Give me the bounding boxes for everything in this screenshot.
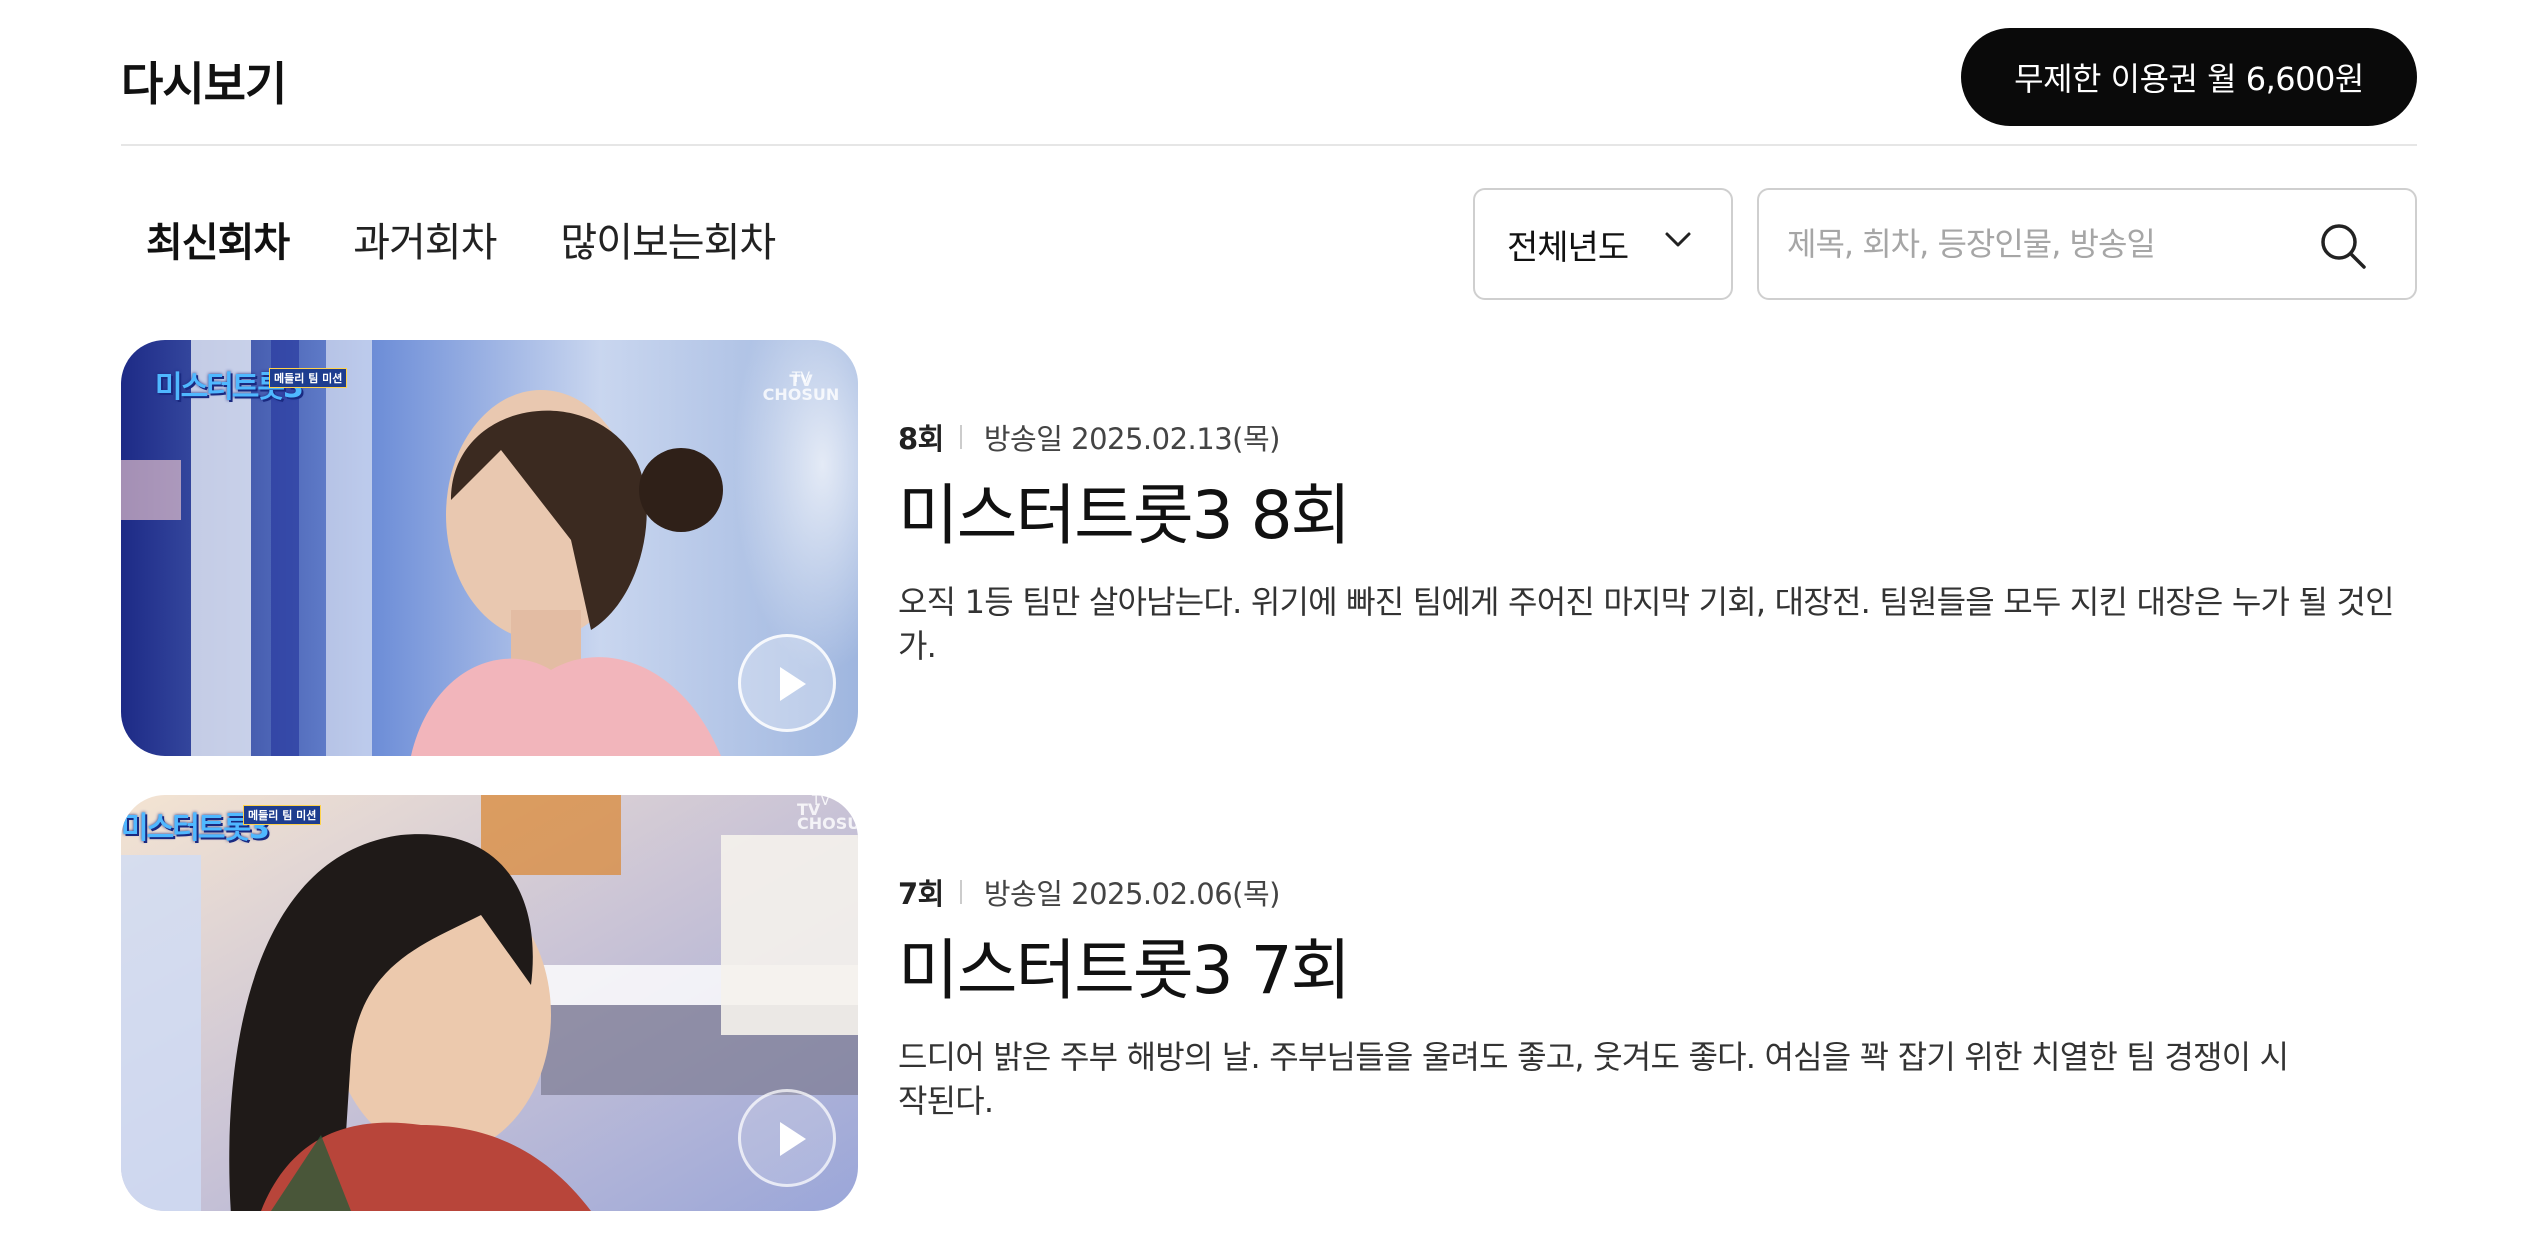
tab-past[interactable]: 과거회차 xyxy=(353,210,497,268)
year-dropdown-value: 전체년도 xyxy=(1507,227,1629,268)
episode-info: 7회 방송일 2025.02.06(목) 미스터트롯3 7회 드디어 밝은 주부… xyxy=(898,795,2417,1211)
episode-title[interactable]: 미스터트롯3 8회 xyxy=(898,462,1351,558)
episode-title[interactable]: 미스터트롯3 7회 xyxy=(898,917,1351,1013)
episode-thumbnail[interactable]: TV 미스터트롯3 메들리 팀 미션 TV CHOSUN xyxy=(121,795,858,1211)
meta-divider xyxy=(959,425,962,449)
year-dropdown[interactable]: 전체년도 xyxy=(1473,188,1733,300)
page-title: 다시보기 xyxy=(121,57,287,111)
broadcast-date: 방송일 2025.02.13(목) xyxy=(983,422,1281,456)
episode-thumbnail[interactable]: TV 미스터트롯3 메들리 팀 미션 TV CHOSUN xyxy=(121,340,858,756)
tab-popular[interactable]: 많이보는회차 xyxy=(560,210,776,268)
episode-meta: 8회 방송일 2025.02.13(목) xyxy=(898,416,1280,458)
episode-description: 드디어 밝은 주부 해방의 날. 주부님들을 울려도 좋고, 웃겨도 좋다. 여… xyxy=(898,1038,2289,1120)
episode-number: 8회 xyxy=(898,422,944,456)
mission-badge: 메들리 팀 미션 xyxy=(269,368,348,388)
broadcaster-logo: TV CHOSUN xyxy=(762,371,840,404)
episode-tabs: 최신회차 과거회차 많이보는회차 xyxy=(146,210,776,268)
episode-item[interactable]: TV 미스터트롯3 메들리 팀 미션 TV CHOSUN 7회 방송일 2025… xyxy=(121,795,2417,1211)
play-button[interactable] xyxy=(738,634,836,732)
tab-latest[interactable]: 최신회차 xyxy=(146,210,290,268)
episode-meta: 7회 방송일 2025.02.06(목) xyxy=(898,871,1280,913)
episode-info: 8회 방송일 2025.02.13(목) 미스터트롯3 8회 오직 1등 팀만 … xyxy=(898,340,2417,756)
broadcaster-logo: TV CHOSUN xyxy=(797,800,858,833)
play-button[interactable] xyxy=(738,1089,836,1187)
episode-description: 오직 1등 팀만 살아남는다. 위기에 빠진 팀에게 주어진 마지막 기회, 대… xyxy=(898,583,2395,665)
broadcast-date: 방송일 2025.02.06(목) xyxy=(983,877,1281,911)
mission-badge: 메들리 팀 미션 xyxy=(243,805,322,825)
replay-page: 다시보기 무제한 이용권 월 6,600원 최신회차 과거회차 많이보는회차 전… xyxy=(0,0,2538,1238)
episode-item[interactable]: TV 미스터트롯3 메들리 팀 미션 TV CHOSUN 8회 방송일 2025… xyxy=(121,340,2417,756)
play-icon xyxy=(780,667,806,701)
search-box xyxy=(1757,188,2417,300)
episode-number: 7회 xyxy=(898,877,944,911)
subscribe-button[interactable]: 무제한 이용권 월 6,600원 xyxy=(1961,28,2417,126)
chevron-down-icon xyxy=(1665,232,1691,247)
search-input[interactable] xyxy=(1787,190,2307,298)
search-icon[interactable] xyxy=(2319,222,2367,270)
play-icon xyxy=(780,1122,806,1156)
page-header: 다시보기 무제한 이용권 월 6,600원 xyxy=(121,28,2417,146)
meta-divider xyxy=(959,880,962,904)
